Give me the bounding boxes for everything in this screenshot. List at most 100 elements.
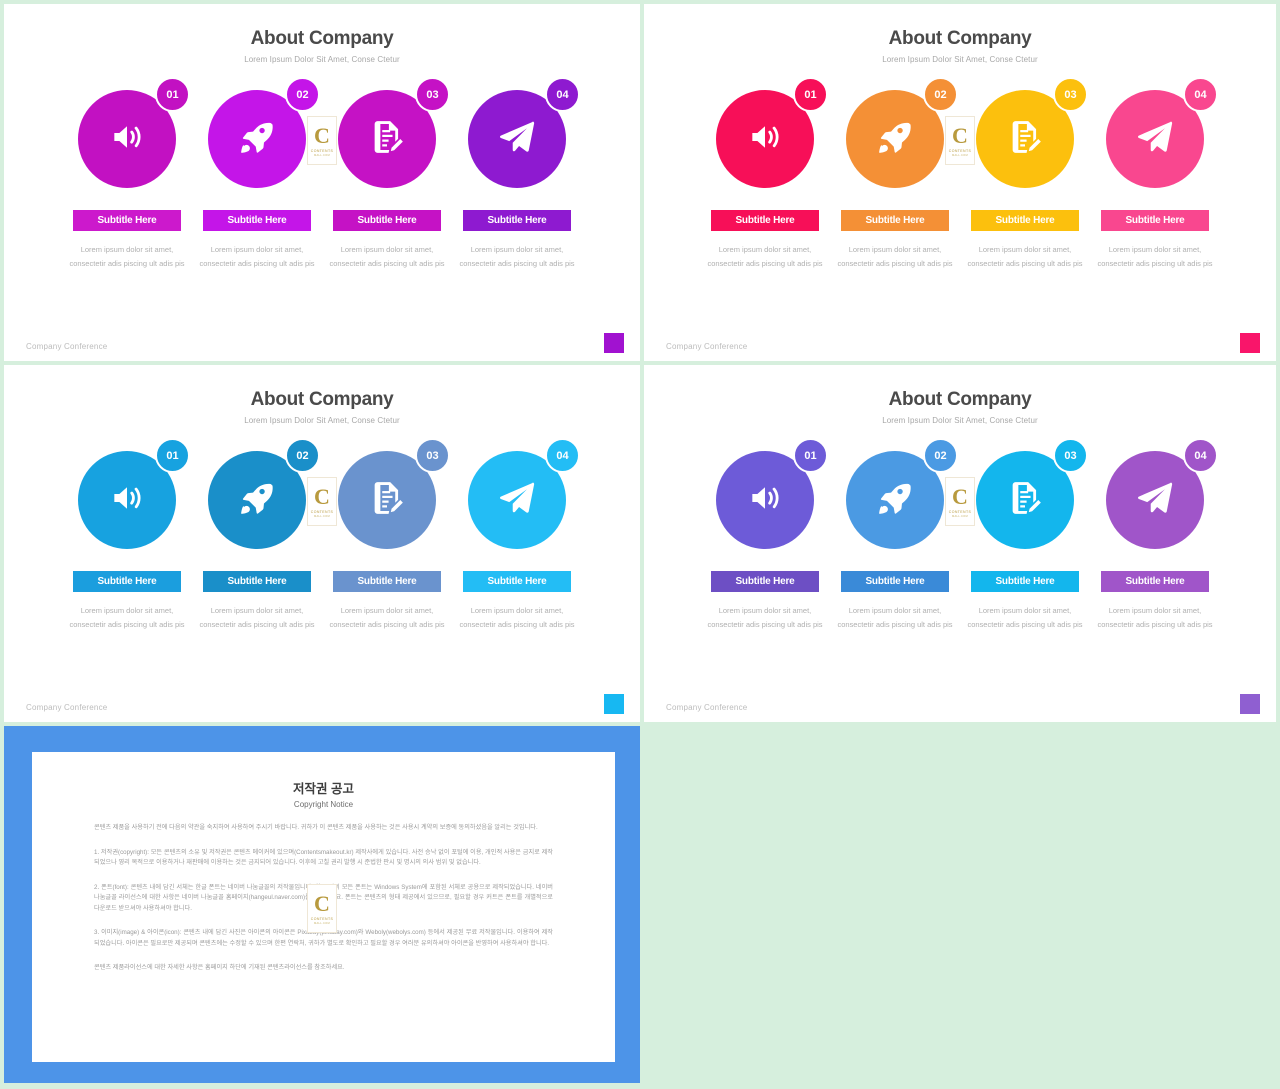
feature-column[interactable]: 02 Subtitle Here Lorem ipsum dolor sit ame…	[830, 77, 960, 271]
step-number-badge: 02	[923, 438, 958, 473]
speaker-icon	[108, 118, 146, 161]
accent-square	[1240, 333, 1260, 353]
accent-square	[604, 333, 624, 353]
slide-header: About Company Lorem Ipsum Dolor Sit Amet…	[4, 4, 640, 64]
feature-column[interactable]: 02 Subtitle Here Lorem ipsum dolor sit ame…	[830, 438, 960, 632]
copyright-title: 저작권 공고	[293, 782, 354, 796]
column-body-text: Lorem ipsum dolor sit amet, consectetir …	[967, 245, 1083, 268]
contents-mall-logo: C CONTENTS MALL.COM	[307, 884, 337, 933]
feature-column[interactable]: 02 Subtitle Here Lorem ipsum dolor sit ame…	[192, 77, 322, 271]
step-number-badge: 01	[793, 438, 828, 473]
subtitle-button[interactable]: Subtitle Here	[841, 571, 949, 592]
column-body-text: Lorem ipsum dolor sit amet, consectetir …	[459, 245, 575, 268]
document-edit-icon	[368, 479, 406, 522]
logo-line-2: MALL.COM	[314, 153, 330, 157]
page-title: About Company	[250, 28, 394, 49]
paper-plane-icon	[498, 118, 536, 161]
slide-footer: Company Conference	[26, 703, 108, 712]
step-number-badge: 01	[155, 438, 190, 473]
step-number-badge: 01	[155, 77, 190, 112]
subtitle-button[interactable]: Subtitle Here	[73, 210, 181, 231]
subtitle-button[interactable]: Subtitle Here	[971, 571, 1079, 592]
subtitle-button[interactable]: Subtitle Here	[841, 210, 949, 231]
step-number-badge: 04	[545, 77, 580, 112]
subtitle-button[interactable]: Subtitle Here	[711, 571, 819, 592]
feature-column[interactable]: 04 Subtitle Here Lorem ipsum dolor sit ame…	[1090, 77, 1220, 271]
subtitle-button[interactable]: Subtitle Here	[1101, 571, 1209, 592]
column-body-text: Lorem ipsum dolor sit amet, consectetir …	[707, 245, 823, 268]
feature-column[interactable]: 03 Subtitle Here Lorem ipsum dolor sit ame…	[322, 77, 452, 271]
column-body-text: Lorem ipsum dolor sit amet, consectetir …	[329, 606, 445, 629]
document-edit-icon	[1006, 479, 1044, 522]
logo-line-1: CONTENTS	[310, 509, 334, 514]
logo-letter: C	[314, 122, 330, 148]
rocket-icon	[238, 479, 276, 522]
logo-line-1: CONTENTS	[948, 509, 972, 514]
subtitle-button[interactable]: Subtitle Here	[203, 571, 311, 592]
icon-circle-wrapper: 02	[846, 77, 958, 188]
column-body-text: Lorem ipsum dolor sit amet, consectetir …	[1097, 245, 1213, 268]
page-title: About Company	[888, 389, 1032, 410]
column-body-text: Lorem ipsum dolor sit amet, consectetir …	[1097, 606, 1213, 629]
feature-column[interactable]: 04 Subtitle Here Lorem ipsum dolor sit ame…	[452, 438, 582, 632]
column-body-text: Lorem ipsum dolor sit amet, consectetir …	[69, 245, 185, 268]
icon-circle-wrapper: 01	[78, 77, 190, 188]
icon-circle-wrapper: 01	[78, 438, 190, 549]
icon-circle-wrapper: 01	[716, 77, 828, 188]
subtitle-button[interactable]: Subtitle Here	[1101, 210, 1209, 231]
logo-letter: C	[952, 483, 968, 509]
logo-line-2: MALL.COM	[314, 921, 330, 925]
slide-violet[interactable]: About Company Lorem Ipsum Dolor Sit Amet…	[644, 365, 1276, 722]
feature-column[interactable]: 01 Subtitle Here Lorem ipsum dolor sit ame…	[62, 77, 192, 271]
rocket-icon	[876, 479, 914, 522]
speaker-icon	[108, 479, 146, 522]
step-number-badge: 02	[285, 77, 320, 112]
slide-copyright-notice[interactable]: 저작권 공고 Copyright Notice 콘텐츠 제품을 사용하기 전에 …	[4, 726, 640, 1083]
paper-plane-icon	[1136, 479, 1174, 522]
column-body-text: Lorem ipsum dolor sit amet, consectetir …	[837, 606, 953, 629]
subtitle-button[interactable]: Subtitle Here	[463, 571, 571, 592]
slide-magenta[interactable]: About Company Lorem Ipsum Dolor Sit Amet…	[4, 4, 640, 361]
subtitle-button[interactable]: Subtitle Here	[463, 210, 571, 231]
column-body-text: Lorem ipsum dolor sit amet, consectetir …	[837, 245, 953, 268]
subtitle-button[interactable]: Subtitle Here	[73, 571, 181, 592]
step-number-badge: 04	[1183, 77, 1218, 112]
paper-plane-icon	[1136, 118, 1174, 161]
slide-footer: Company Conference	[666, 342, 748, 351]
feature-column[interactable]: 03 Subtitle Here Lorem ipsum dolor sit ame…	[322, 438, 452, 632]
subtitle-button[interactable]: Subtitle Here	[333, 571, 441, 592]
subtitle-button[interactable]: Subtitle Here	[711, 210, 819, 231]
slide-header: About Company Lorem Ipsum Dolor Sit Amet…	[644, 4, 1276, 64]
icon-circle-wrapper: 02	[846, 438, 958, 549]
page-subtitle: Lorem Ipsum Dolor Sit Amet, Conse Ctetur	[244, 416, 400, 425]
logo-letter: C	[952, 122, 968, 148]
columns-row: 01 Subtitle Here Lorem ipsum dolor sit ame…	[4, 77, 640, 271]
subtitle-button[interactable]: Subtitle Here	[333, 210, 441, 231]
subtitle-button[interactable]: Subtitle Here	[971, 210, 1079, 231]
slide-header: About Company Lorem Ipsum Dolor Sit Amet…	[4, 365, 640, 425]
feature-column[interactable]: 03 Subtitle Here Lorem ipsum dolor sit ame…	[960, 438, 1090, 632]
feature-column[interactable]: 01 Subtitle Here Lorem ipsum dolor sit ame…	[62, 438, 192, 632]
slide-header: About Company Lorem Ipsum Dolor Sit Amet…	[644, 365, 1276, 425]
subtitle-button[interactable]: Subtitle Here	[203, 210, 311, 231]
feature-column[interactable]: 03 Subtitle Here Lorem ipsum dolor sit ame…	[960, 77, 1090, 271]
slide-blue[interactable]: About Company Lorem Ipsum Dolor Sit Amet…	[4, 365, 640, 722]
step-number-badge: 03	[415, 77, 450, 112]
columns-row: 01 Subtitle Here Lorem ipsum dolor sit ame…	[644, 438, 1276, 632]
logo-line-2: MALL.COM	[952, 153, 968, 157]
slide-warm[interactable]: About Company Lorem Ipsum Dolor Sit Amet…	[644, 4, 1276, 361]
columns-row: 01 Subtitle Here Lorem ipsum dolor sit ame…	[4, 438, 640, 632]
feature-column[interactable]: 01 Subtitle Here Lorem ipsum dolor sit ame…	[700, 438, 830, 632]
feature-column[interactable]: 04 Subtitle Here Lorem ipsum dolor sit ame…	[452, 77, 582, 271]
icon-circle-wrapper: 03	[338, 438, 450, 549]
document-edit-icon	[368, 118, 406, 161]
icon-circle-wrapper: 01	[716, 438, 828, 549]
icon-circle-wrapper: 04	[468, 77, 580, 188]
column-body-text: Lorem ipsum dolor sit amet, consectetir …	[199, 606, 315, 629]
step-number-badge: 04	[1183, 438, 1218, 473]
feature-column[interactable]: 04 Subtitle Here Lorem ipsum dolor sit ame…	[1090, 438, 1220, 632]
feature-column[interactable]: 01 Subtitle Here Lorem ipsum dolor sit ame…	[700, 77, 830, 271]
feature-column[interactable]: 02 Subtitle Here Lorem ipsum dolor sit ame…	[192, 438, 322, 632]
icon-circle-wrapper: 03	[976, 438, 1088, 549]
accent-square	[1240, 694, 1260, 714]
